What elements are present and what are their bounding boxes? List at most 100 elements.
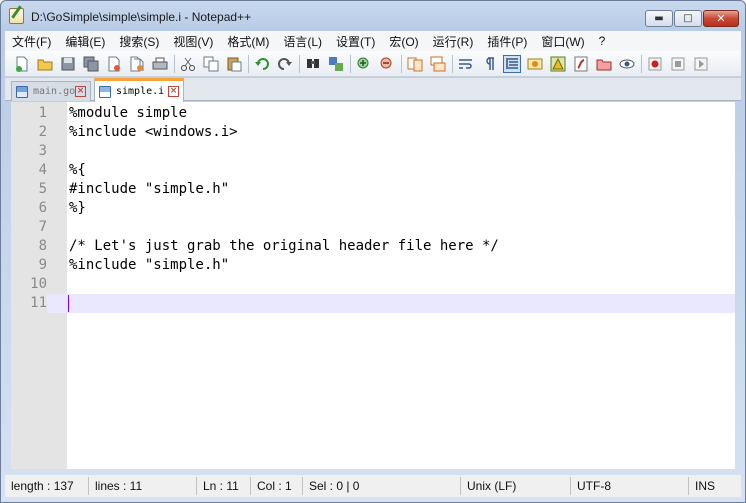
menu-format[interactable]: 格式(M)	[220, 33, 276, 50]
saved-file-icon	[16, 85, 28, 98]
line-number: 9	[38, 257, 47, 273]
tab-label: simple.i	[116, 86, 165, 97]
open-file-icon[interactable]	[36, 55, 54, 73]
code-text: %module simple	[69, 105, 188, 121]
status-length: length : 137	[5, 477, 89, 495]
code-line[interactable]: 7	[11, 218, 735, 237]
tab-simple-i[interactable]: simple.i ×	[94, 78, 184, 102]
paste-icon[interactable]	[225, 55, 243, 73]
menu-window[interactable]: 窗口(W)	[534, 33, 591, 50]
status-insert-mode[interactable]: INS	[689, 477, 729, 495]
menu-help[interactable]: ?	[592, 34, 613, 48]
sync-horizontal-icon[interactable]	[429, 55, 447, 73]
menu-bar: 文件(F) 编辑(E) 搜索(S) 视图(V) 格式(M) 语言(L) 设置(T…	[5, 31, 741, 51]
code-text: %{	[69, 162, 86, 178]
tab-label: main.go	[33, 86, 75, 97]
new-file-icon[interactable]	[13, 55, 31, 73]
minimize-button[interactable]: ▬	[645, 10, 673, 27]
notepadpp-window: D:\GoSimple\simple\simple.i - Notepad++ …	[0, 0, 746, 503]
code-line[interactable]: 3	[11, 142, 735, 161]
code-text: %include "simple.h"	[69, 257, 230, 273]
maximize-button[interactable]: □	[674, 10, 702, 27]
title-bar[interactable]: D:\GoSimple\simple\simple.i - Notepad++ …	[1, 1, 745, 31]
monitoring-icon[interactable]	[618, 55, 636, 73]
status-selection: Sel : 0 | 0	[303, 477, 461, 495]
window-title: D:\GoSimple\simple\simple.i - Notepad++	[31, 10, 252, 24]
stop-record-icon[interactable]	[669, 55, 687, 73]
toolbar-separator	[248, 54, 249, 73]
toolbar-separator	[452, 54, 453, 73]
close-all-icon[interactable]	[128, 55, 146, 73]
menu-edit[interactable]: 编辑(E)	[58, 33, 112, 50]
word-wrap-icon[interactable]	[457, 55, 475, 73]
zoom-in-icon[interactable]	[355, 55, 373, 73]
tab-close-icon[interactable]: ×	[168, 86, 179, 97]
menu-settings[interactable]: 设置(T)	[329, 33, 382, 50]
menu-file[interactable]: 文件(F)	[5, 33, 58, 50]
zoom-out-icon[interactable]	[378, 55, 396, 73]
close-icon[interactable]	[105, 55, 123, 73]
tab-bar: main.go × simple.i ×	[5, 78, 741, 102]
code-text: /* Let's just grab the original header f…	[69, 238, 499, 254]
status-line-number: Ln : 11	[197, 477, 251, 495]
replace-icon[interactable]	[327, 55, 345, 73]
save-all-icon[interactable]	[82, 55, 100, 73]
menu-view[interactable]: 视图(V)	[166, 33, 220, 50]
doc-map-icon[interactable]	[549, 55, 567, 73]
indent-guide-icon[interactable]	[503, 54, 521, 73]
toolbar	[5, 51, 741, 77]
save-icon[interactable]	[59, 55, 77, 73]
show-all-chars-icon[interactable]	[480, 55, 498, 73]
code-line[interactable]: 10	[11, 275, 735, 294]
status-eol-format[interactable]: Unix (LF)	[461, 477, 571, 495]
function-list-icon[interactable]	[572, 55, 590, 73]
toolbar-separator	[174, 54, 175, 73]
menu-language[interactable]: 语言(L)	[276, 33, 329, 50]
print-icon[interactable]	[151, 55, 169, 73]
code-line[interactable]: 9 %include "simple.h"	[11, 256, 735, 275]
toolbar-separator	[299, 54, 300, 73]
toolbar-separator	[641, 54, 642, 73]
line-number: 6	[38, 200, 47, 216]
code-text: %include <windows.i>	[69, 124, 238, 140]
close-window-button[interactable]: ✕	[703, 10, 739, 27]
cut-icon[interactable]	[179, 55, 197, 73]
editor-area[interactable]: 1 %module simple 2 %include <windows.i> …	[11, 102, 735, 469]
menu-macro[interactable]: 宏(O)	[382, 33, 425, 50]
folder-as-workspace-icon[interactable]	[595, 55, 613, 73]
line-number: 3	[38, 143, 47, 159]
undo-icon[interactable]	[253, 55, 271, 73]
find-icon[interactable]	[304, 55, 322, 73]
toolbar-separator	[401, 54, 402, 73]
menu-run[interactable]: 运行(R)	[426, 33, 481, 50]
menu-plugins[interactable]: 插件(P)	[480, 33, 534, 50]
user-defined-lang-icon[interactable]	[526, 55, 544, 73]
code-text: %}	[69, 200, 86, 216]
code-line[interactable]: 5 #include "simple.h"	[11, 180, 735, 199]
menu-search[interactable]: 搜索(S)	[112, 33, 166, 50]
redo-icon[interactable]	[276, 55, 294, 73]
code-line[interactable]: 8 /* Let's just grab the original header…	[11, 237, 735, 256]
status-encoding[interactable]: UTF-8	[571, 477, 689, 495]
status-lines: lines : 11	[89, 477, 197, 495]
notepadpp-app-icon[interactable]	[9, 8, 24, 24]
status-bar: length : 137 lines : 11 Ln : 11 Col : 1 …	[5, 475, 741, 497]
line-number: 10	[30, 276, 47, 292]
line-number: 8	[38, 238, 47, 254]
status-column: Col : 1	[251, 477, 303, 495]
line-number: 1	[38, 105, 47, 121]
line-number: 7	[38, 219, 47, 235]
tab-close-icon[interactable]: ×	[75, 86, 86, 97]
record-macro-icon[interactable]	[646, 55, 664, 73]
caption-buttons: ▬ □ ✕	[645, 10, 739, 27]
play-macro-icon[interactable]	[692, 55, 710, 73]
code-line[interactable]: 2 %include <windows.i>	[11, 123, 735, 142]
text-caret	[68, 295, 69, 312]
sync-vertical-icon[interactable]	[406, 55, 424, 73]
code-line[interactable]: 6 %}	[11, 199, 735, 218]
code-line[interactable]: 4 %{	[11, 161, 735, 180]
code-line[interactable]: 1 %module simple	[11, 104, 735, 123]
copy-icon[interactable]	[202, 55, 220, 73]
current-code-line[interactable]: 11	[11, 294, 735, 313]
tab-main-go[interactable]: main.go ×	[11, 81, 91, 101]
